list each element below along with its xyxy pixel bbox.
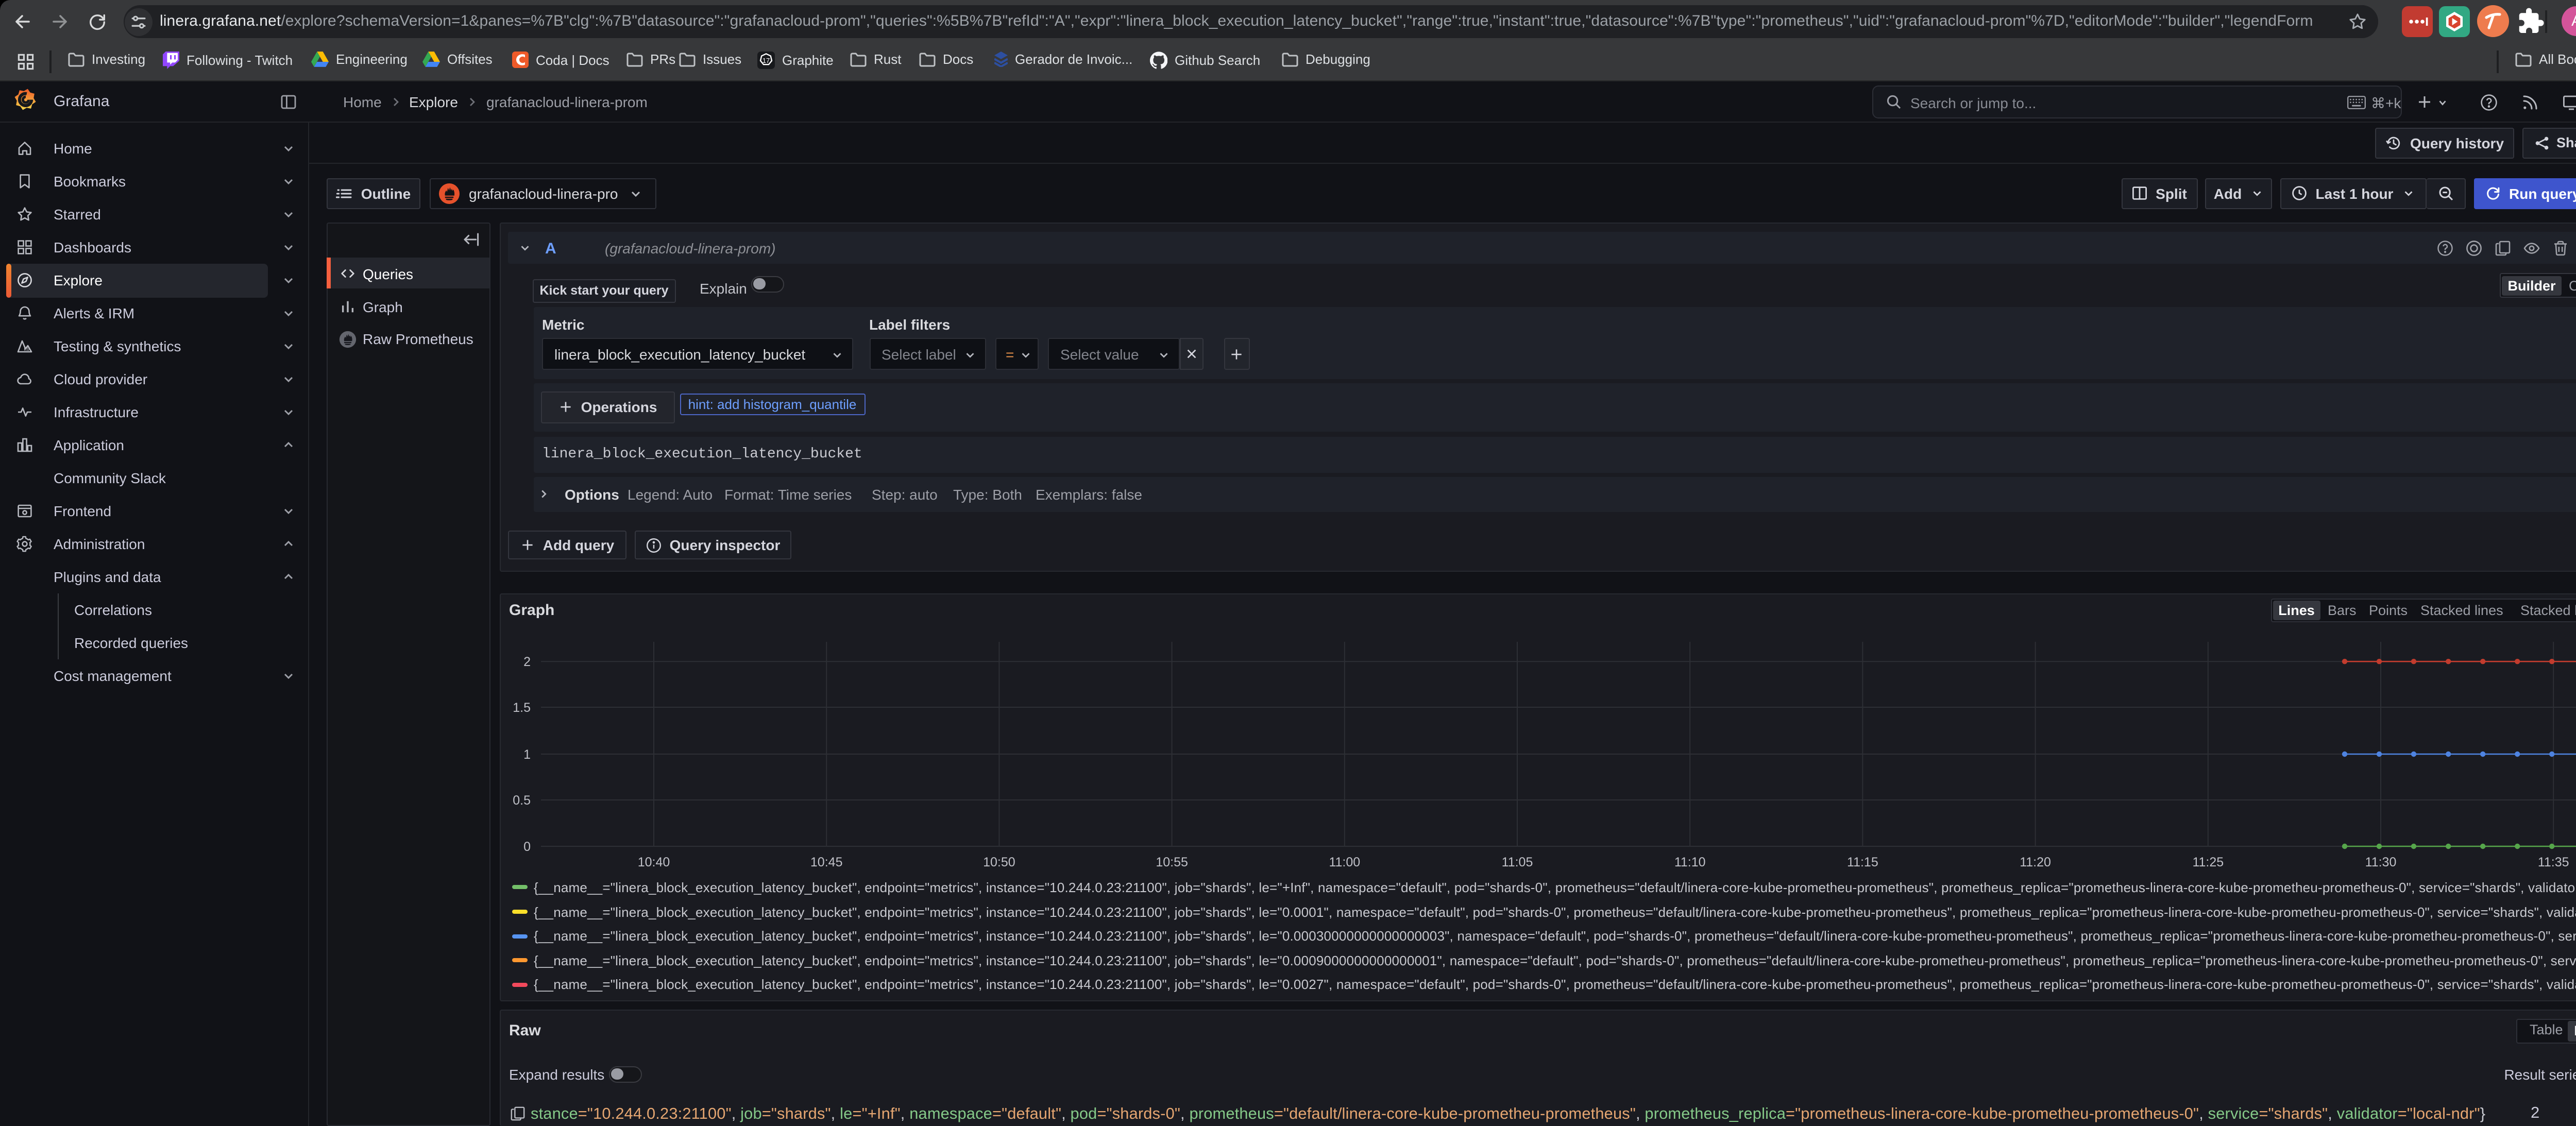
svg-text:10:45: 10:45 bbox=[810, 855, 842, 869]
svg-text:11:30: 11:30 bbox=[2365, 855, 2396, 869]
svg-text:0: 0 bbox=[523, 839, 530, 854]
svg-text:0.5: 0.5 bbox=[512, 793, 530, 807]
svg-text:1: 1 bbox=[523, 747, 530, 761]
svg-text:10:40: 10:40 bbox=[637, 855, 670, 869]
svg-text:11:25: 11:25 bbox=[2192, 855, 2223, 869]
svg-text:11:05: 11:05 bbox=[1501, 855, 1533, 869]
svg-text:11:15: 11:15 bbox=[1846, 855, 1878, 869]
svg-text:11:00: 11:00 bbox=[1328, 855, 1360, 869]
svg-text:k6: k6 bbox=[24, 346, 29, 352]
svg-text:11:20: 11:20 bbox=[2019, 855, 2050, 869]
svg-text:2: 2 bbox=[523, 654, 530, 669]
svg-text:11:35: 11:35 bbox=[2537, 855, 2569, 869]
svg-text:11:10: 11:10 bbox=[1674, 855, 1705, 869]
svg-text:1.5: 1.5 bbox=[512, 700, 530, 714]
svg-text:17: 17 bbox=[762, 57, 770, 64]
svg-text:10:50: 10:50 bbox=[982, 855, 1015, 869]
svg-text:10:55: 10:55 bbox=[1155, 855, 1188, 869]
